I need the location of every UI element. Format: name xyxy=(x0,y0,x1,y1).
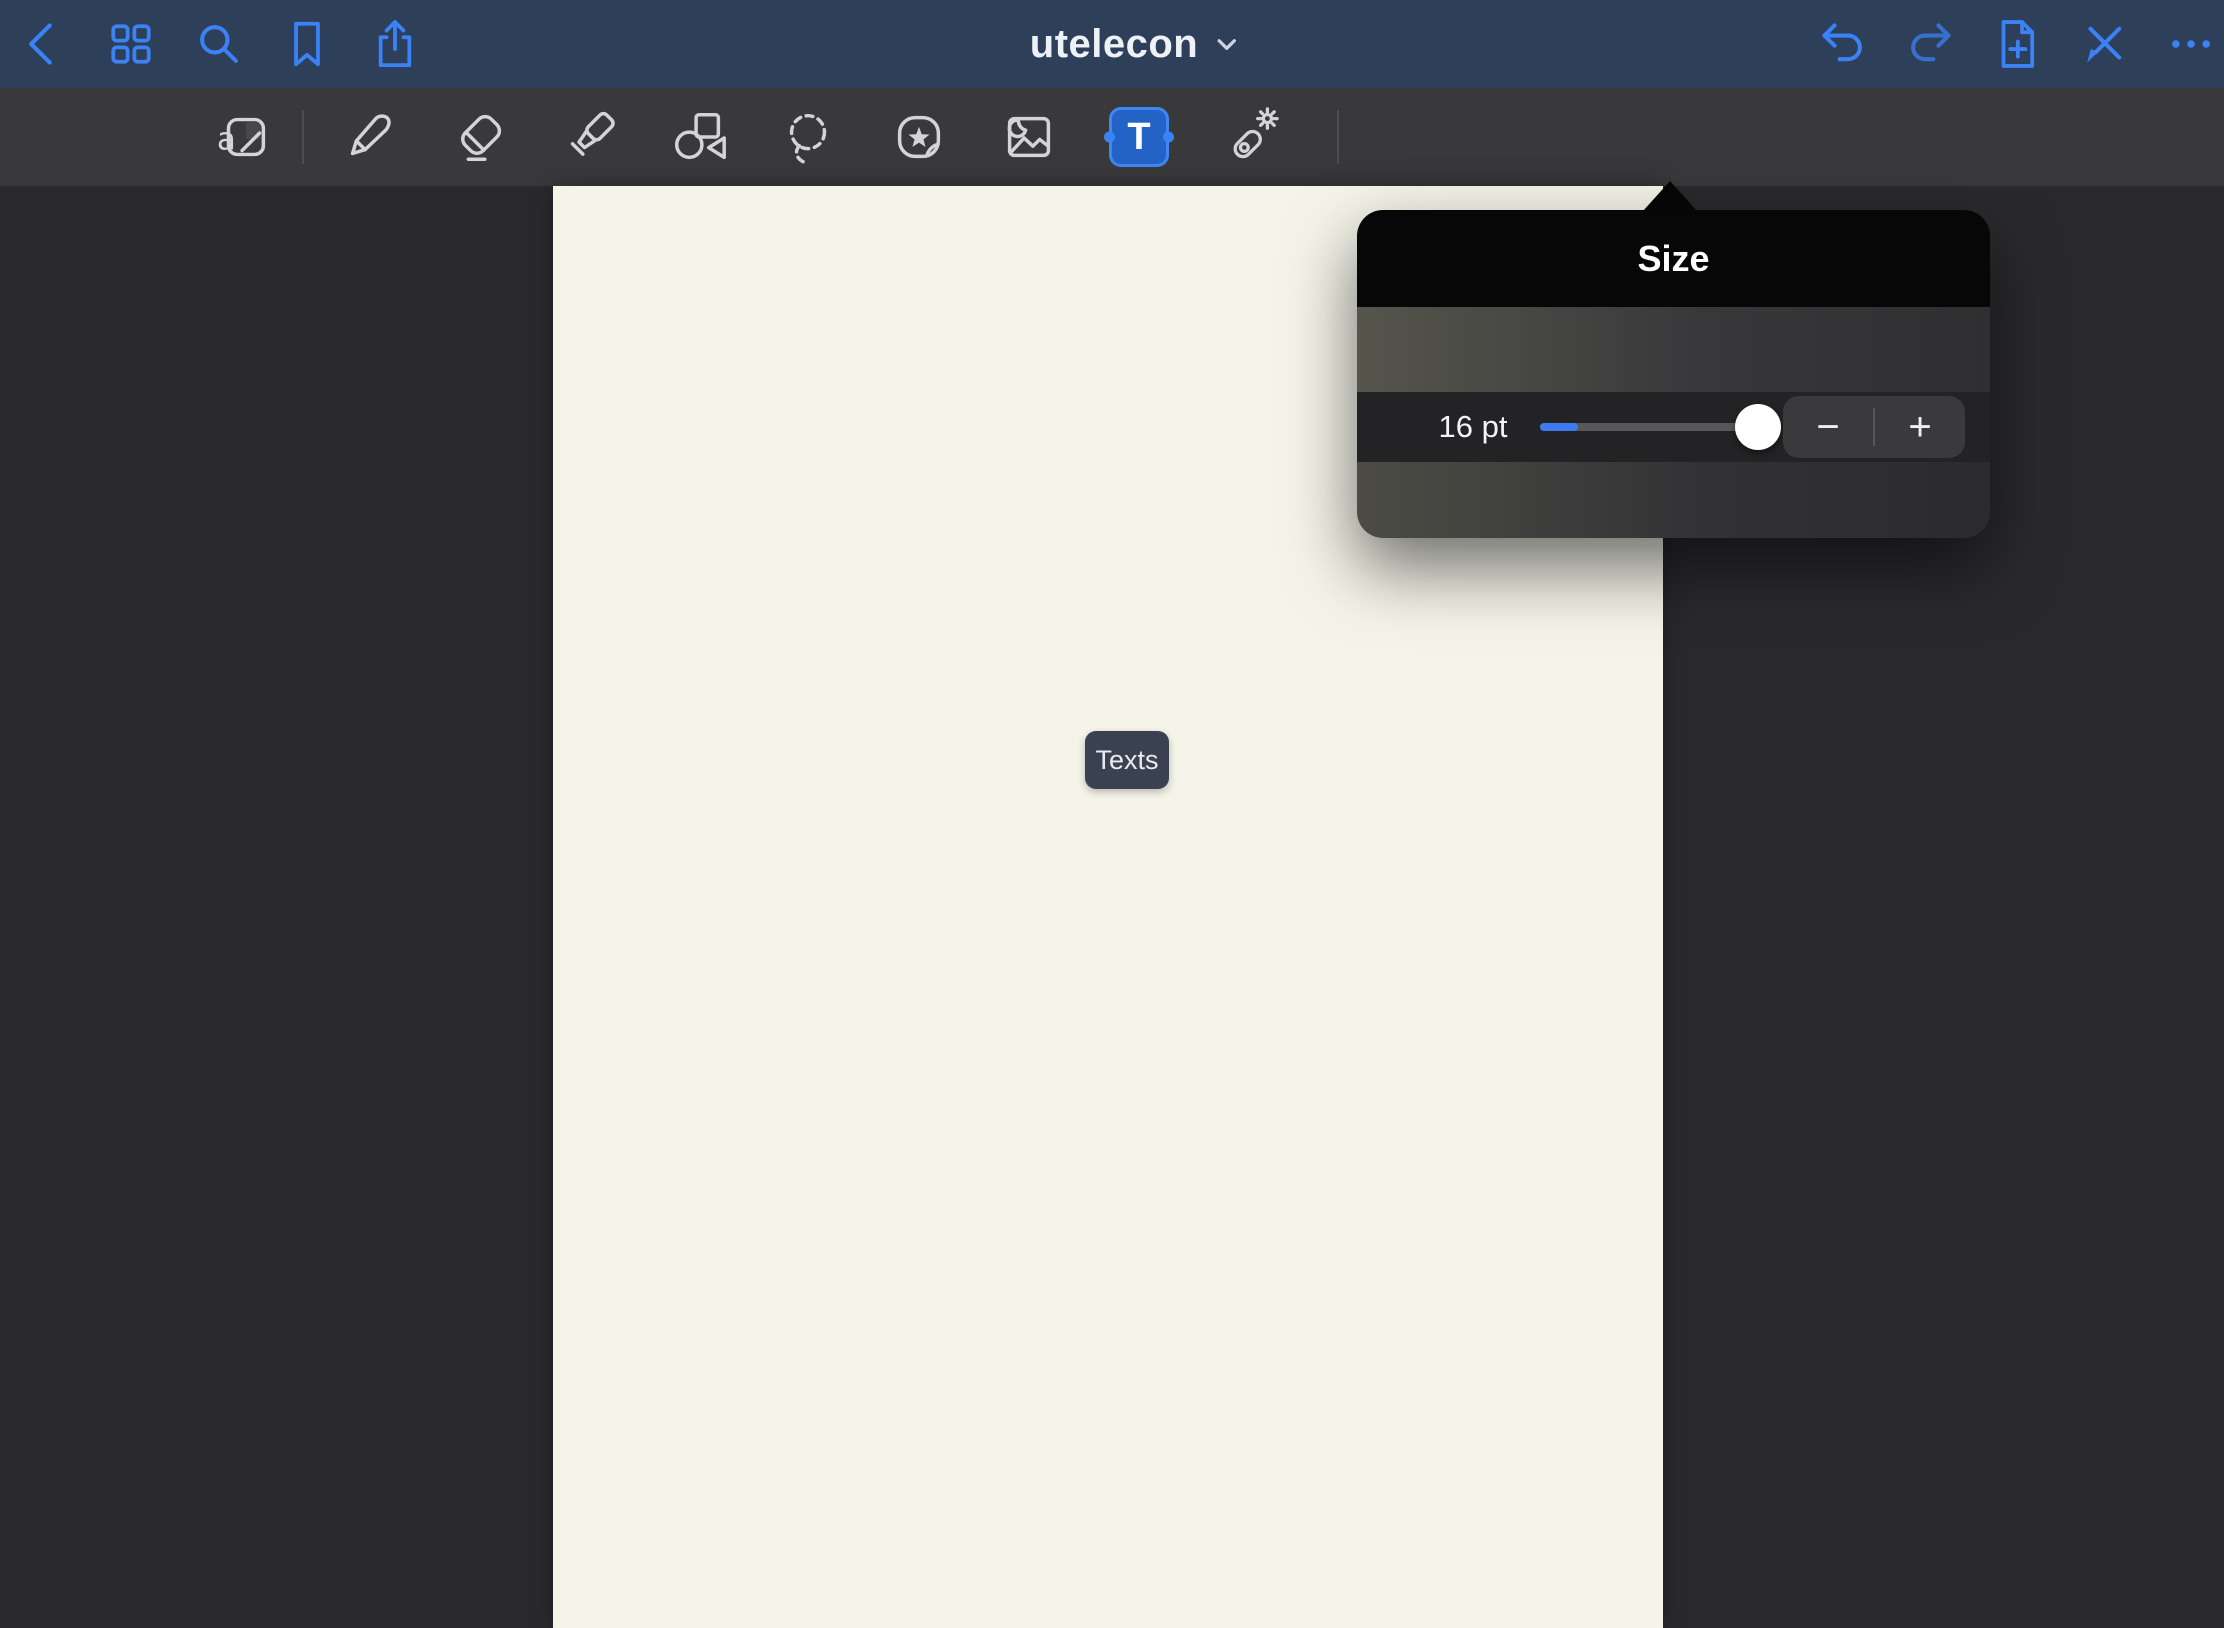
decrease-size-button[interactable]: − xyxy=(1783,396,1873,458)
nav-left-group xyxy=(14,0,424,88)
laser-pointer-tool-button[interactable] xyxy=(1194,88,1304,186)
tool-bar: a xyxy=(0,88,2224,186)
text-tool-button[interactable]: T xyxy=(1084,88,1194,186)
eraser-icon xyxy=(448,106,510,168)
back-button[interactable] xyxy=(14,15,72,73)
add-page-icon xyxy=(1990,17,2044,71)
editing-toggle-button[interactable] xyxy=(2075,15,2133,73)
selection-handle-left[interactable] xyxy=(1104,132,1115,143)
undo-button[interactable] xyxy=(1814,15,1872,73)
document-title-button[interactable]: utelecon xyxy=(1030,0,1240,88)
size-stepper: − + xyxy=(1783,396,1965,458)
image-tool-button[interactable] xyxy=(974,88,1084,186)
lasso-tool-button[interactable] xyxy=(754,88,864,186)
popover-band-bottom xyxy=(1357,462,1990,538)
toolbar-divider xyxy=(302,110,304,164)
highlighter-icon xyxy=(558,106,620,168)
add-page-button[interactable] xyxy=(1988,15,2046,73)
laser-pointer-icon xyxy=(1218,106,1280,168)
size-value-label: 16 pt xyxy=(1415,392,1531,462)
pen-crossed-icon xyxy=(2077,17,2131,71)
slider-fill xyxy=(1540,423,1578,431)
undo-icon xyxy=(1816,17,1870,71)
size-slider[interactable] xyxy=(1540,392,1744,462)
shapes-icon xyxy=(668,106,730,168)
sticker-star-icon xyxy=(888,106,950,168)
eraser-tool-button[interactable] xyxy=(424,88,534,186)
back-chevron-icon xyxy=(16,17,70,71)
grid-icon xyxy=(104,17,158,71)
text-tool-glyph: T xyxy=(1127,118,1150,156)
tool-group: a xyxy=(196,88,1304,186)
redo-icon xyxy=(1903,17,1957,71)
pen-icon xyxy=(338,106,400,168)
nav-right-group xyxy=(1814,0,2220,88)
bookmark-button[interactable] xyxy=(278,15,336,73)
elements-tool-button[interactable] xyxy=(864,88,974,186)
more-button[interactable] xyxy=(2162,15,2220,73)
top-nav-bar: utelecon xyxy=(0,0,2224,88)
highlighter-tool-button[interactable] xyxy=(534,88,644,186)
popover-arrow xyxy=(1643,181,1697,211)
size-slider-row: 16 pt − + xyxy=(1357,392,1990,462)
convert-text-tool-button[interactable]: a xyxy=(196,88,292,186)
texts-tooltip: Texts xyxy=(1085,731,1169,789)
popover-title: Size xyxy=(1637,238,1709,280)
popover-panel: Size 16 pt − + xyxy=(1357,210,1990,538)
texts-tooltip-label: Texts xyxy=(1095,745,1158,776)
shapes-tool-button[interactable] xyxy=(644,88,754,186)
pages-overview-button[interactable] xyxy=(102,15,160,73)
image-icon xyxy=(998,106,1060,168)
search-button[interactable] xyxy=(190,15,248,73)
search-icon xyxy=(192,17,246,71)
document-title: utelecon xyxy=(1030,22,1198,67)
toolbar-divider-right xyxy=(1337,110,1339,164)
ellipsis-icon xyxy=(2164,17,2218,71)
slider-thumb[interactable] xyxy=(1735,404,1781,450)
share-icon xyxy=(368,17,422,71)
convert-text-icon: a xyxy=(213,106,275,168)
popover-header: Size xyxy=(1357,210,1990,307)
app-screen: utelecon xyxy=(0,0,2224,1628)
increase-size-button[interactable]: + xyxy=(1875,396,1965,458)
share-button[interactable] xyxy=(366,15,424,73)
text-tool-active-box: T xyxy=(1109,107,1169,167)
pen-tool-button[interactable] xyxy=(314,88,424,186)
selection-handle-right[interactable] xyxy=(1163,132,1174,143)
svg-text:a: a xyxy=(217,122,236,158)
popover-band-top xyxy=(1357,307,1990,392)
lasso-icon xyxy=(778,106,840,168)
redo-button[interactable] xyxy=(1901,15,1959,73)
chevron-down-icon xyxy=(1214,31,1240,57)
bookmark-icon xyxy=(280,17,334,71)
